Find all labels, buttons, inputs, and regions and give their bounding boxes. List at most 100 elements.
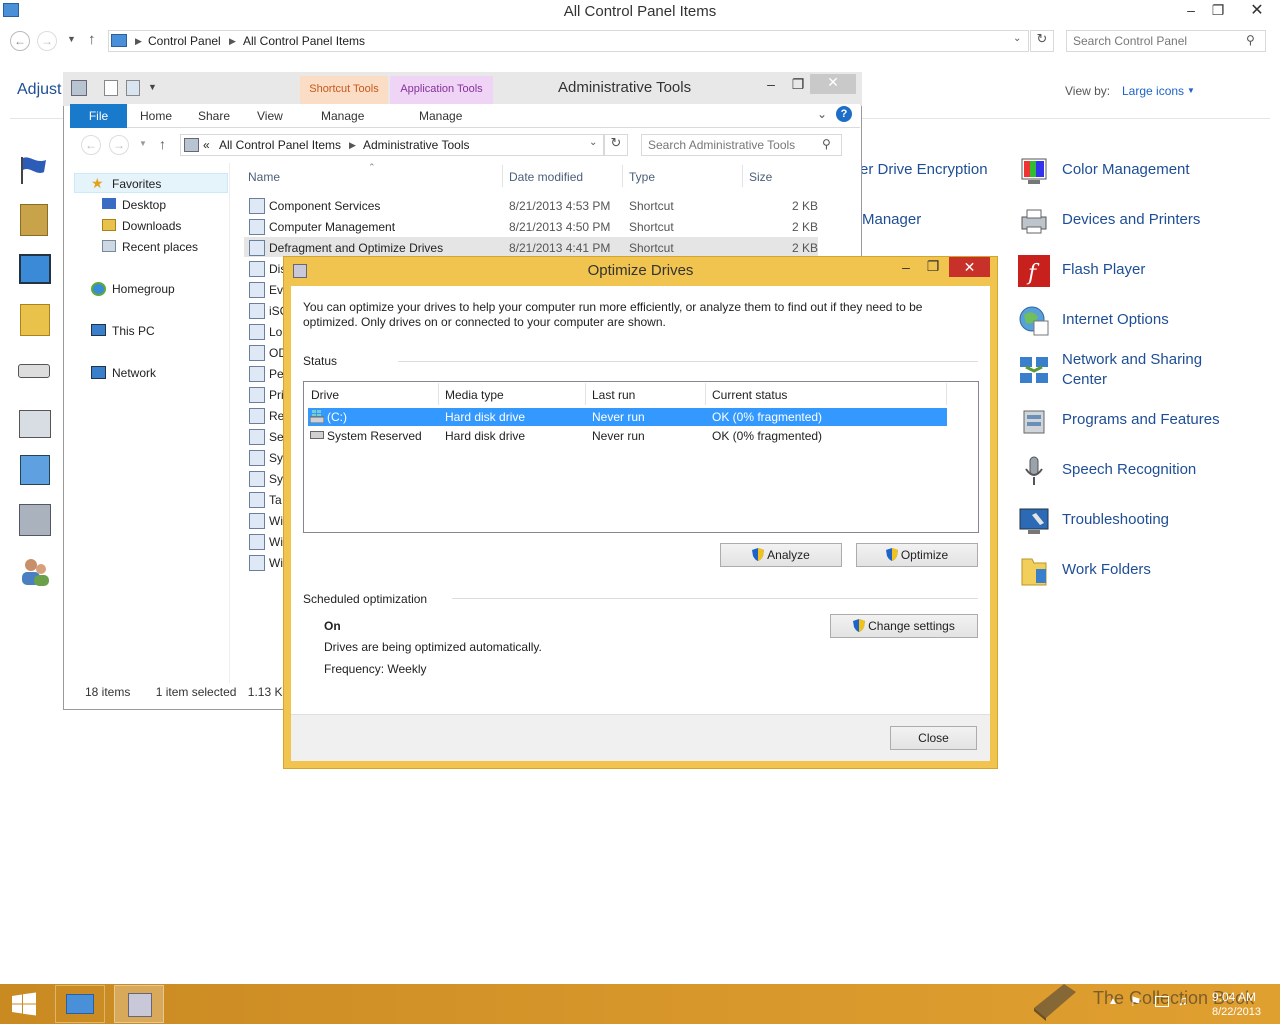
admin-search-input[interactable]: Search Administrative Tools [641,134,842,156]
admin-address-dropdown-icon[interactable]: ⌄ [589,137,597,148]
printer-icon[interactable] [1018,205,1050,237]
breadcrumb-all-items[interactable]: All Control Panel Items [219,138,341,152]
breadcrumb-all-items[interactable]: All Control Panel Items [243,34,365,48]
start-button[interactable] [0,984,50,1024]
drive-list[interactable] [303,381,979,533]
admin-back-button[interactable]: ← [81,135,101,155]
cp-item-manager[interactable]: Manager [862,211,921,228]
new-folder-icon[interactable] [126,80,140,96]
refresh-button[interactable]: ↻ [1030,30,1054,52]
column-separator[interactable] [622,165,623,187]
network-tray-icon[interactable] [1155,996,1169,1007]
nav-desktop[interactable]: Desktop [122,198,166,212]
dialog-minimize-button[interactable]: – [896,259,916,275]
show-hidden-icons[interactable]: ▲ [1108,996,1118,1007]
cp-item-programs-features[interactable]: Programs and Features [1062,411,1220,428]
nav-recent-places[interactable]: Recent places [122,240,198,254]
column-media-type[interactable]: Media type [445,388,504,402]
nav-this-pc[interactable]: This PC [112,324,155,338]
properties-icon[interactable] [104,80,118,96]
column-drive[interactable]: Drive [311,388,339,402]
taskbar-control-panel[interactable] [55,985,105,1023]
file-name[interactable]: Defragment and Optimize Drives [269,241,443,255]
breadcrumb-control-panel[interactable]: Control Panel [148,34,221,48]
nav-homegroup[interactable]: Homegroup [112,282,175,296]
cp-item-devices-printers[interactable]: Devices and Printers [1062,211,1200,228]
admin-forward-button[interactable]: → [109,135,129,155]
dialog-maximize-button[interactable]: ❐ [923,258,943,275]
cp-item-speech-recognition[interactable]: Speech Recognition [1062,461,1196,478]
tab-view[interactable]: View [257,109,283,123]
column-separator[interactable] [705,383,706,405]
ribbon-expand-icon[interactable]: ⌄ [817,107,827,121]
help-icon[interactable]: ? [836,106,852,122]
optimize-button[interactable]: Optimize [856,543,978,567]
volume-icon[interactable]: ♫ [1178,993,1188,1008]
folder-options-icon[interactable] [20,304,50,336]
admin-up-button[interactable]: ↑ [159,136,166,152]
admin-refresh-button[interactable]: ↻ [604,134,628,156]
forward-button[interactable]: → [37,31,57,51]
cp-item-work-folders[interactable]: Work Folders [1062,561,1151,578]
column-separator[interactable] [585,383,586,405]
column-name[interactable]: Name [248,170,280,184]
cp-item-bitlocker[interactable]: er Drive Encryption [860,161,988,178]
user-accounts-icon[interactable] [19,555,51,587]
programs-icon[interactable] [1018,405,1050,437]
column-current-status[interactable]: Current status [712,388,787,402]
flash-icon[interactable]: f [1018,255,1050,287]
maximize-button[interactable]: ❐ [1207,2,1229,19]
drive-name[interactable]: System Reserved [327,429,422,443]
tab-manage-shortcut[interactable]: Manage [321,109,364,123]
column-separator[interactable] [438,383,439,405]
address-dropdown-icon[interactable]: ⌄ [1013,33,1021,44]
column-size[interactable]: Size [749,170,772,184]
close-button[interactable]: ✕ [1244,0,1270,20]
cp-item-color-management[interactable]: Color Management [1062,161,1190,178]
cp-item-flash-player[interactable]: Flash Player [1062,261,1145,278]
breadcrumb-admin-tools[interactable]: Administrative Tools [363,138,470,152]
minimize-button[interactable]: – [1180,2,1202,18]
column-separator[interactable] [502,165,503,187]
folder-icon[interactable] [1018,555,1050,587]
action-center-flag-icon[interactable]: ⚑ [1130,994,1142,1010]
admin-close-button[interactable]: ✕ [810,74,856,94]
nav-network[interactable]: Network [112,366,156,380]
cp-item-troubleshooting[interactable]: Troubleshooting [1062,511,1169,528]
breadcrumb-overflow[interactable]: « [203,138,210,152]
cp-item-internet-options[interactable]: Internet Options [1062,311,1169,328]
column-type[interactable]: Type [629,170,655,184]
troubleshoot-icon[interactable] [1018,505,1050,537]
computer-icon[interactable] [19,410,51,438]
remote-app-icon[interactable] [20,455,50,485]
back-button[interactable]: ← [10,31,30,51]
admin-recent-icon[interactable]: ▼ [139,139,147,148]
admin-maximize-button[interactable]: ❐ [787,76,809,93]
qat-dropdown-icon[interactable]: ▼ [148,82,157,92]
close-dialog-button[interactable]: Close [890,726,977,750]
keyboard-icon[interactable] [18,364,50,378]
column-last-run[interactable]: Last run [592,388,635,402]
storage-spaces-icon[interactable] [19,504,51,536]
column-date-modified[interactable]: Date modified [509,170,583,184]
chevron-down-icon[interactable]: ▼ [1187,86,1195,95]
file-name[interactable]: Computer Management [269,220,395,234]
file-name[interactable]: Component Services [269,199,380,213]
column-separator[interactable] [946,383,947,405]
dialog-close-button[interactable]: ✕ [949,257,990,277]
admin-minimize-button[interactable]: – [760,76,782,92]
view-by-dropdown[interactable]: Large icons [1122,84,1184,98]
change-settings-button[interactable]: Change settings [830,614,978,638]
globe-icon[interactable] [1018,305,1050,337]
up-button[interactable]: ↑ [88,31,96,48]
clock-time[interactable]: 9:04 AM [1212,990,1256,1004]
cp-item-network-sharing[interactable]: Network and Sharing Center [1062,351,1202,388]
admin-tools-icon[interactable] [20,204,48,236]
taskbar-optimize-drives[interactable] [114,985,164,1023]
microphone-icon[interactable] [1018,455,1050,487]
clock-date[interactable]: 8/22/2013 [1212,1006,1261,1018]
tab-file[interactable]: File [70,104,127,128]
analyze-button[interactable]: Analyze [720,543,842,567]
action-center-flag-icon[interactable] [18,154,50,186]
cp-search-input[interactable]: Search Control Panel [1066,30,1266,52]
